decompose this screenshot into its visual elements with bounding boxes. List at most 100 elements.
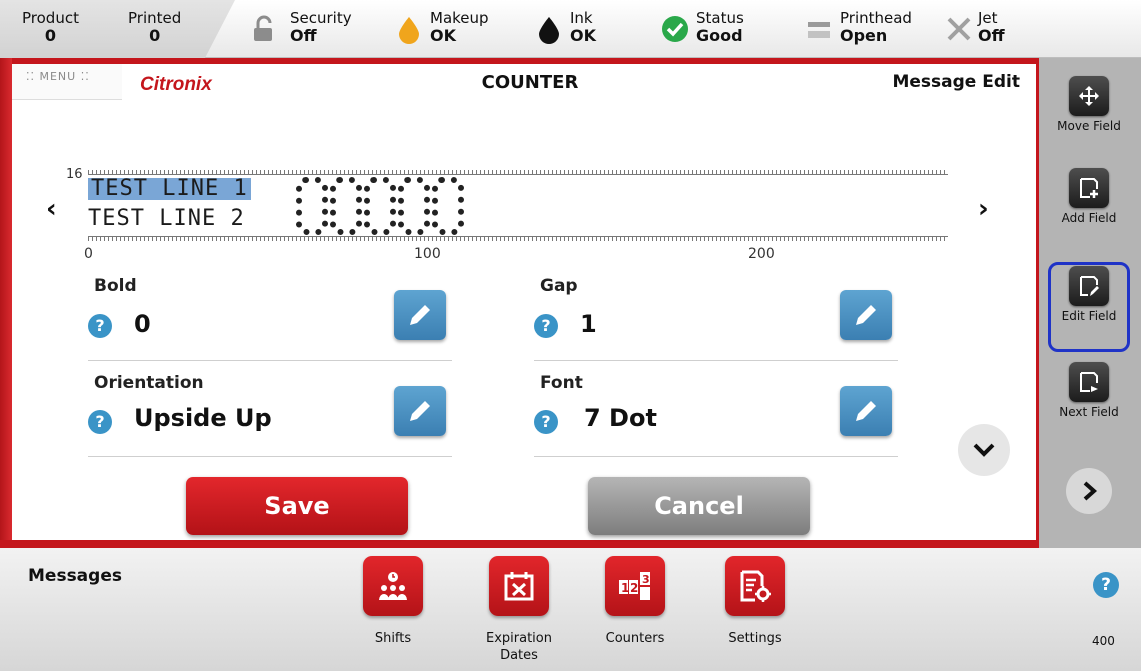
status-label: Status — [696, 9, 744, 27]
ink-value: OK — [570, 26, 596, 45]
edit-bold-button[interactable] — [394, 290, 446, 340]
security-value: Off — [290, 26, 317, 45]
section-title: Messages — [28, 566, 122, 586]
add-icon-button — [1069, 168, 1109, 208]
pencil-icon — [856, 401, 876, 421]
preview-scroll-right-icon[interactable]: › — [978, 194, 989, 224]
makeup-label: Makeup — [430, 9, 489, 27]
move-field-button[interactable]: Move Field — [1057, 76, 1121, 134]
expiration-dates-button[interactable]: Expiration Dates — [464, 556, 574, 664]
jet-value: Off — [978, 26, 1005, 45]
svg-text:2: 2 — [630, 581, 638, 595]
edit-document-icon — [1080, 276, 1099, 296]
settings-button[interactable]: Settings — [700, 556, 810, 647]
ink-label: Ink — [570, 9, 593, 27]
menu-label: ⁚⁚ MENU ⁚⁚ — [26, 70, 90, 83]
ruler-tick-200: 200 — [748, 246, 775, 262]
edit-gap-button[interactable] — [840, 290, 892, 340]
ink-drop-icon — [539, 17, 559, 44]
orientation-help-icon[interactable]: ? — [88, 410, 112, 434]
counter-digit — [296, 177, 328, 235]
edit-orientation-button[interactable] — [394, 386, 446, 436]
message-line-2[interactable]: TEST LINE 2 — [88, 206, 245, 232]
shifts-people-clock-icon — [379, 572, 407, 600]
panel-frame-left — [0, 58, 12, 548]
ruler-tick-0: 0 — [84, 246, 93, 262]
font-value: 7 Dot — [584, 404, 657, 432]
field-divider — [88, 360, 452, 361]
counter-digit — [364, 177, 396, 235]
counters-label: Counters — [605, 631, 665, 646]
pencil-icon — [410, 401, 430, 421]
shifts-button[interactable]: Shifts — [338, 556, 448, 647]
toolbar-next-page-button[interactable] — [1066, 468, 1112, 514]
orientation-label: Orientation — [94, 373, 204, 393]
edit-field-button[interactable]: Edit Field — [1057, 266, 1121, 324]
chevron-right-icon — [1083, 481, 1098, 501]
move-arrows-icon — [1079, 86, 1099, 106]
page-title: COUNTER — [481, 72, 579, 93]
counter-digit — [432, 177, 464, 235]
menu-button[interactable]: ⁚⁚ MENU ⁚⁚ — [12, 64, 122, 100]
chevron-down-icon — [973, 443, 995, 457]
preview-scroll-left-icon[interactable]: ‹ — [46, 194, 57, 224]
field-divider — [534, 456, 898, 457]
status-value: Good — [696, 26, 743, 45]
counters-icon-button: 1 2 3 — [605, 556, 665, 616]
ruler-bottom — [88, 236, 948, 244]
gap-label: Gap — [540, 276, 578, 296]
jet-label: Jet — [978, 9, 998, 27]
product-counter: Product 0 — [22, 0, 79, 58]
help-icon[interactable]: ? — [1093, 572, 1119, 598]
panel-frame-bottom — [0, 540, 1036, 548]
bold-value: 0 — [134, 310, 151, 338]
printed-counter: Printed 0 — [128, 0, 181, 58]
makeup-drop-icon — [399, 17, 419, 44]
expiration-icon-button — [489, 556, 549, 616]
settings-label: Settings — [728, 631, 782, 646]
shifts-label: Shifts — [374, 631, 412, 646]
printed-label: Printed — [128, 9, 182, 27]
save-button[interactable]: Save — [186, 477, 408, 535]
svg-text:1: 1 — [621, 581, 629, 595]
font-help-icon[interactable]: ? — [534, 410, 558, 434]
printhead-icon — [808, 22, 830, 38]
counter-field-preview[interactable] — [296, 177, 464, 237]
add-document-icon — [1080, 178, 1098, 198]
calendar-x-icon — [504, 572, 534, 601]
bold-label: Bold — [94, 276, 137, 296]
move-field-label: Move Field — [1057, 119, 1121, 133]
printhead-label: Printhead — [840, 9, 912, 27]
next-field-button[interactable]: Next Field — [1057, 362, 1121, 420]
model-number: 400 — [1092, 634, 1115, 648]
settings-document-gear-icon — [740, 570, 771, 602]
printhead-value: Open — [840, 26, 888, 45]
font-label: Font — [540, 373, 583, 393]
mode-title: Message Edit — [892, 72, 1020, 92]
cancel-button[interactable]: Cancel — [588, 477, 810, 535]
product-value: 0 — [44, 26, 57, 45]
message-line-1[interactable]: TEST LINE 1 — [88, 178, 251, 200]
field-divider — [88, 456, 452, 457]
pencil-icon — [856, 305, 876, 325]
counter-digit — [330, 177, 362, 235]
ruler-top — [88, 167, 948, 175]
scroll-down-button[interactable] — [958, 424, 1010, 476]
edit-field-label: Edit Field — [1061, 309, 1117, 323]
gap-help-icon[interactable]: ? — [534, 314, 558, 338]
add-field-label: Add Field — [1061, 211, 1117, 225]
svg-text:3: 3 — [642, 573, 650, 586]
bold-help-icon[interactable]: ? — [88, 314, 112, 338]
gap-value: 1 — [580, 310, 597, 338]
next-document-icon — [1080, 372, 1098, 392]
counters-button[interactable]: 1 2 3 Counters — [580, 556, 690, 647]
shifts-icon-button — [363, 556, 423, 616]
settings-icon-button — [725, 556, 785, 616]
product-label: Product — [22, 9, 79, 27]
counters-123-icon: 1 2 3 — [619, 572, 650, 600]
edit-font-button[interactable] — [840, 386, 892, 436]
status-bar: Product 0 Printed 0 Security Off Makeup … — [0, 0, 1141, 58]
add-field-button[interactable]: Add Field — [1057, 168, 1121, 226]
orientation-value: Upside Up — [134, 404, 272, 432]
next-field-label: Next Field — [1059, 405, 1119, 419]
